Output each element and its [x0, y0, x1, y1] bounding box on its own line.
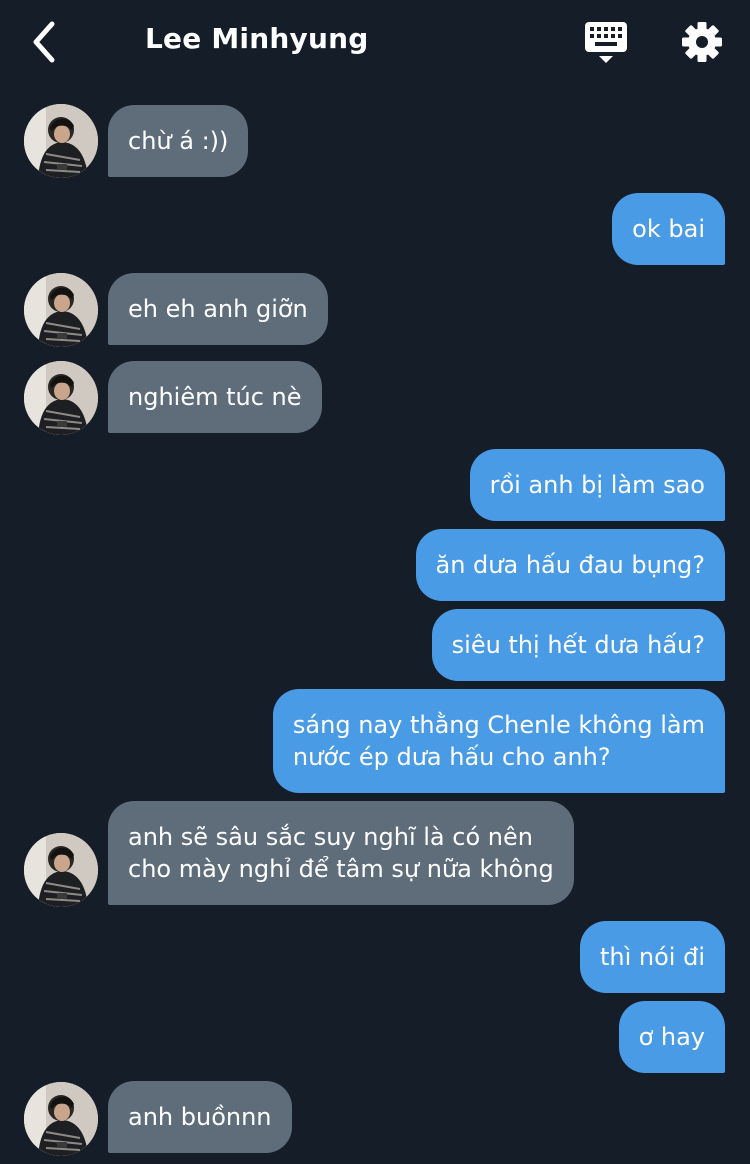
- message-text: ăn dưa hấu đau bụng?: [435, 551, 706, 579]
- message-text: ơ hay: [638, 1023, 705, 1051]
- avatar-photo: [24, 361, 98, 435]
- message-text: rồi anh bị làm sao: [489, 471, 705, 499]
- outgoing-message-bubble[interactable]: siêu thị hết dưa hấu?: [431, 609, 725, 681]
- outgoing-message-bubble[interactable]: thì nói đi: [579, 921, 725, 993]
- back-button[interactable]: [26, 20, 66, 64]
- outgoing-message-bubble[interactable]: ok bai: [612, 193, 725, 265]
- keyboard-button[interactable]: [584, 20, 628, 66]
- outgoing-message-bubble[interactable]: ăn dưa hấu đau bụng?: [415, 529, 725, 601]
- avatar[interactable]: [24, 1082, 98, 1156]
- settings-button[interactable]: [680, 20, 724, 64]
- keyboard-icon: [585, 22, 627, 63]
- incoming-message-bubble[interactable]: nghiêm túc nè: [108, 361, 322, 433]
- message-text: anh buồnnn: [128, 1103, 272, 1131]
- incoming-message-bubble[interactable]: chừ á :)): [108, 105, 249, 177]
- message-text: thì nói đi: [599, 943, 705, 971]
- chat-title: Lee Minhyung: [145, 22, 369, 55]
- chevron-left-icon: [33, 21, 55, 63]
- avatar[interactable]: [24, 833, 98, 907]
- incoming-message-bubble[interactable]: anh sẽ sâu sắc suy nghĩ là có nên cho mà…: [108, 801, 574, 905]
- avatar-photo: [24, 833, 98, 907]
- message-text: nghiêm túc nè: [128, 383, 302, 411]
- message-text: ok bai: [632, 215, 705, 243]
- message-text-line: anh sẽ sâu sắc suy nghĩ là có nên: [128, 823, 533, 851]
- outgoing-message-bubble[interactable]: rồi anh bị làm sao: [469, 449, 725, 521]
- avatar[interactable]: [24, 361, 98, 435]
- avatar[interactable]: [24, 273, 98, 347]
- outgoing-message-bubble[interactable]: ơ hay: [618, 1001, 725, 1073]
- avatar[interactable]: [24, 104, 98, 178]
- message-text-line: cho mày nghỉ để tâm sự nữa không: [128, 855, 554, 883]
- avatar-photo: [24, 273, 98, 347]
- incoming-message-bubble[interactable]: eh eh anh giỡn: [108, 273, 328, 345]
- message-text: chừ á :)): [128, 127, 229, 155]
- message-text: eh eh anh giỡn: [128, 295, 308, 323]
- message-text: siêu thị hết dưa hấu?: [451, 631, 705, 659]
- gear-icon: [682, 22, 722, 62]
- avatar-photo: [24, 1082, 98, 1156]
- avatar-photo: [24, 104, 98, 178]
- message-text-line: sáng nay thằng Chenle không làm: [292, 711, 705, 739]
- message-text-line: nước ép dưa hấu cho anh?: [292, 743, 611, 771]
- incoming-message-bubble[interactable]: anh buồnnn: [108, 1081, 292, 1153]
- outgoing-message-bubble[interactable]: sáng nay thằng Chenle không làm nước ép …: [272, 689, 725, 793]
- chat-screen: Lee Minhyung chừ á:)) ok bai eh eh anh …: [0, 0, 750, 1164]
- chat-header: Lee Minhyung: [0, 0, 750, 84]
